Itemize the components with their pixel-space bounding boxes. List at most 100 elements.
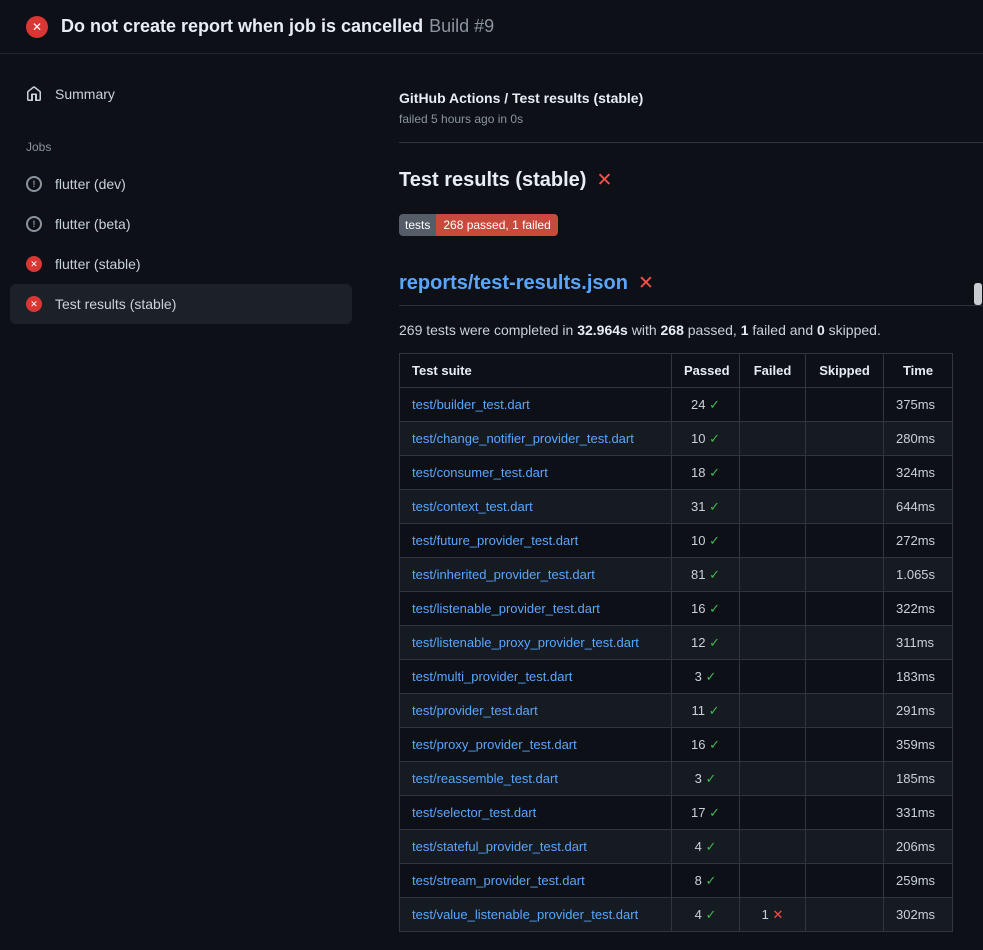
summary-segment: passed, [684,322,741,338]
time-cell: 280ms [884,422,953,456]
passed-cell: 16 ✓ [672,728,740,762]
skipped-cell [806,796,884,830]
suite-cell: test/change_notifier_provider_test.dart [400,422,672,456]
suite-link[interactable]: test/listenable_proxy_provider_test.dart [412,635,639,650]
suite-link[interactable]: test/future_provider_test.dart [412,533,578,548]
suite-link[interactable]: test/context_test.dart [412,499,533,514]
passed-cell: 18 ✓ [672,456,740,490]
count-value: 11 [691,703,708,718]
failed-cell [740,558,806,592]
skipped-cell [806,626,884,660]
suite-link[interactable]: test/reassemble_test.dart [412,771,558,786]
sidebar-item-job[interactable]: ✕flutter (stable) [10,244,352,284]
count-value: 81 [691,567,709,582]
suite-link[interactable]: test/proxy_provider_test.dart [412,737,577,752]
count-value: 24 [691,397,709,412]
sidebar-item-job[interactable]: !flutter (dev) [10,164,352,204]
suite-link[interactable]: test/provider_test.dart [412,703,538,718]
failed-cell [740,626,806,660]
suite-link[interactable]: test/stream_provider_test.dart [412,873,585,888]
suite-link[interactable]: test/multi_provider_test.dart [412,669,572,684]
suite-link[interactable]: test/value_listenable_provider_test.dart [412,907,638,922]
suite-cell: test/listenable_provider_test.dart [400,592,672,626]
column-header-passed: Passed [672,354,740,388]
passed-cell: 31 ✓ [672,490,740,524]
time-cell: 259ms [884,864,953,898]
scrollbar-thumb[interactable] [974,283,982,305]
report-link[interactable]: reports/test-results.json [399,272,628,295]
failed-cell [740,830,806,864]
column-header-time: Time [884,354,953,388]
check-icon: ✓ [709,703,720,718]
skipped-cell [806,388,884,422]
summary-segment: skipped. [825,322,881,338]
summary-failed-count: 1 [741,322,749,338]
failed-cell [740,762,806,796]
summary-segment: with [628,322,661,338]
suite-link[interactable]: test/selector_test.dart [412,805,536,820]
count-value: 18 [691,465,709,480]
skipped-cell [806,490,884,524]
status-line: failed 5 hours ago in 0s [399,112,983,126]
failed-cell [740,694,806,728]
failed-status-icon: ✕ [26,16,48,38]
failed-cell [740,422,806,456]
check-icon: ✓ [705,907,716,922]
skipped-cell [806,898,884,932]
suite-link[interactable]: test/consumer_test.dart [412,465,548,480]
time-cell: 302ms [884,898,953,932]
tests-badge: tests 268 passed, 1 failed [399,214,558,236]
suite-link[interactable]: test/inherited_provider_test.dart [412,567,595,582]
count-value: 17 [691,805,709,820]
sidebar-item-summary[interactable]: Summary [10,74,352,114]
time-cell: 359ms [884,728,953,762]
suite-link[interactable]: test/change_notifier_provider_test.dart [412,431,634,446]
page-title: Do not create report when job is cancell… [61,16,494,38]
table-row: test/selector_test.dart17 ✓331ms [400,796,953,830]
passed-cell: 10 ✓ [672,422,740,456]
sidebar-item-label: flutter (stable) [55,256,141,272]
cross-icon: ✕ [772,907,783,922]
count-value: 31 [691,499,709,514]
time-cell: 185ms [884,762,953,796]
table-row: test/stream_provider_test.dart 8 ✓ 259ms [400,864,953,898]
test-summary: 269 tests were completed in 32.964s with… [399,322,983,338]
suite-link[interactable]: test/builder_test.dart [412,397,530,412]
count-value: 3 [695,669,706,684]
passed-cell: 4 ✓ [672,898,740,932]
table-header-row: Test suite Passed Failed Skipped Time [400,354,953,388]
time-cell: 311ms [884,626,953,660]
layout: Summary Jobs !flutter (dev)!flutter (bet… [0,54,983,932]
sidebar-item-label: flutter (beta) [55,216,130,232]
home-icon [26,86,42,102]
passed-cell: 12 ✓ [672,626,740,660]
table-row: test/listenable_provider_test.dart16 ✓32… [400,592,953,626]
sidebar-item-job[interactable]: !flutter (beta) [10,204,352,244]
passed-cell: 8 ✓ [672,864,740,898]
skipped-cell [806,728,884,762]
skipped-cell [806,660,884,694]
count-value: 16 [691,601,709,616]
table-row: test/context_test.dart31 ✓644ms [400,490,953,524]
failed-status-icon: ✕ [26,296,42,312]
table-row: test/consumer_test.dart18 ✓324ms [400,456,953,490]
suite-link[interactable]: test/stateful_provider_test.dart [412,839,587,854]
table-row: test/stateful_provider_test.dart4 ✓206ms [400,830,953,864]
check-icon: ✓ [705,771,716,786]
table-row: test/listenable_proxy_provider_test.dart… [400,626,953,660]
suite-cell: test/listenable_proxy_provider_test.dart [400,626,672,660]
suite-cell: test/multi_provider_test.dart [400,660,672,694]
summary-duration: 32.964s [577,322,628,338]
time-cell: 206ms [884,830,953,864]
failed-cell [740,796,806,830]
suite-link[interactable]: test/listenable_provider_test.dart [412,601,600,616]
count-value: 10 [691,533,709,548]
jobs-section-label: Jobs [26,140,352,154]
failed-cell [740,456,806,490]
skipped-cell [806,762,884,796]
sidebar-item-job[interactable]: ✕Test results (stable) [10,284,352,324]
table-row: test/inherited_provider_test.dart81 ✓1.0… [400,558,953,592]
main-content: GitHub Actions / Test results (stable) f… [370,54,983,932]
results-table: Test suite Passed Failed Skipped Time te… [399,353,953,932]
summary-segment: 269 tests were completed in [399,322,577,338]
